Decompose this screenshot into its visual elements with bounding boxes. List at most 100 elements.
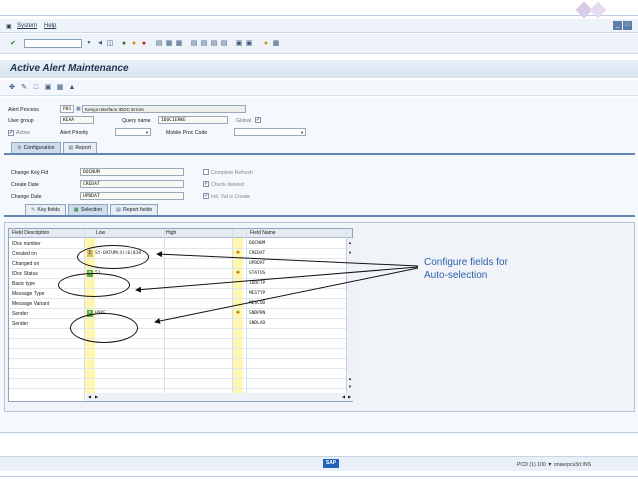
table-row[interactable]: Sender = HSKE ✺ SNDPRN <box>9 309 352 319</box>
cancel-red-icon[interactable]: ● <box>140 39 148 48</box>
table-row[interactable]: Message Variant MESCOD <box>9 299 352 309</box>
find-icon[interactable]: ▦ <box>165 39 173 48</box>
back-icon[interactable]: ◀ <box>96 39 104 48</box>
header-high[interactable]: High <box>166 230 176 236</box>
table-row[interactable]: Message Type MESTYP <box>9 289 352 299</box>
header-field-description[interactable]: Field Description <box>12 230 49 236</box>
user-group-label: User group <box>8 118 34 124</box>
scroll-right-icon[interactable]: ▶ <box>95 394 98 399</box>
first-page-icon[interactable]: ▤ <box>190 39 198 48</box>
complete-refresh-checkbox[interactable] <box>203 169 209 175</box>
table-row[interactable]: Changed on UPDDAT <box>9 259 352 269</box>
menu-help[interactable]: Help <box>44 23 56 29</box>
key-fields-tab-icon: ✎ <box>31 207 36 213</box>
table-row-empty[interactable] <box>9 349 352 359</box>
transport-icon[interactable]: ▲ <box>68 83 76 92</box>
scroll-right-icon[interactable]: ▶ <box>348 394 351 399</box>
row-desc: IDoc Status <box>12 271 38 277</box>
scroll-up-icon[interactable]: ▲ <box>348 240 352 245</box>
tab-selection-label: Selection <box>80 207 103 213</box>
save-icon[interactable]: ◫ <box>106 39 114 48</box>
global-label: Global <box>236 118 251 124</box>
scroll-down-icon[interactable]: ▼ <box>348 384 352 389</box>
field-lookup-icon[interactable]: ✺ <box>235 310 241 317</box>
table-row[interactable]: Sender SNDLAD <box>9 319 352 329</box>
row-field-name: SNDPRN <box>249 311 266 316</box>
configuration-tab-icon: ⚙ <box>17 145 22 151</box>
scroll-down-icon[interactable]: ▼ <box>348 250 352 255</box>
header-field-name[interactable]: Field Name <box>250 230 276 236</box>
delete-icon[interactable]: ▦ <box>56 83 64 92</box>
shortcut-icon[interactable]: ▣ <box>245 39 253 48</box>
table-row[interactable]: Created on Σ SY-DATUM(4)(6)010 ✺ CREDAT <box>9 249 352 259</box>
active-checkbox[interactable]: ✔ <box>8 130 14 136</box>
alert-priority-select[interactable] <box>115 128 151 136</box>
tab-key-fields[interactable]: ✎ Key fields <box>25 204 66 215</box>
alert-process-code-field[interactable]: P01 <box>60 105 74 113</box>
tab-report-fields[interactable]: ▤ Report fields <box>110 204 159 215</box>
row-field-name: MESTYP <box>249 291 266 296</box>
selection-table: Field Description Low High Field Name ID… <box>8 228 353 402</box>
command-field[interactable] <box>24 39 82 48</box>
row-desc: Changed on <box>12 261 40 267</box>
layout-menu-icon[interactable]: ▦ <box>272 39 280 48</box>
user-group-field[interactable]: KEAA <box>60 116 94 124</box>
tab-selection[interactable]: ▦ Selection <box>67 204 109 215</box>
table-row[interactable]: IDoc number DOCNUM <box>9 239 352 249</box>
exit-yellow-icon[interactable]: ● <box>130 39 138 48</box>
change-key-field[interactable]: DOCNUM <box>80 168 184 176</box>
scroll-left-icon[interactable]: ◀ <box>342 394 345 399</box>
menu-system[interactable]: System <box>17 23 37 29</box>
command-dropdown-icon[interactable]: ▼ <box>85 39 93 48</box>
report-tab-icon: ▤ <box>68 145 74 151</box>
table-row-empty[interactable] <box>9 359 352 369</box>
help-icon[interactable]: ● <box>262 39 270 48</box>
tab-report[interactable]: ▤ Report <box>62 142 97 153</box>
scroll-left-icon[interactable]: ◀ <box>88 394 91 399</box>
check-deleted-checkbox[interactable]: ✔ <box>203 181 209 187</box>
table-row-empty[interactable] <box>9 329 352 339</box>
table-row-empty[interactable] <box>9 379 352 389</box>
global-checkbox[interactable]: ✔ <box>255 117 261 123</box>
restore-button[interactable]: □ <box>623 21 632 30</box>
prev-page-icon[interactable]: ▤ <box>200 39 208 48</box>
query-name-field[interactable]: IDOCIERKE <box>158 116 228 124</box>
status-system-info[interactable]: PCD (1) 100 ▼ onaerpcs3d INS <box>517 462 591 468</box>
annotation-text: Configure fields for Auto-selection <box>424 256 584 282</box>
table-vertical-scrollbar[interactable]: ▲ ▼ ▲ ▼ <box>346 238 354 394</box>
tab-report-fields-label: Report fields <box>123 207 153 213</box>
active-label: Active <box>16 130 31 136</box>
application-toolbar: ✤ ✎ □ ▣ ▦ ▲ <box>0 80 638 96</box>
field-lookup-icon[interactable]: ✺ <box>235 250 241 257</box>
edit-icon[interactable]: ✎ <box>20 83 28 92</box>
field-lookup-icon[interactable]: ✺ <box>235 270 241 277</box>
back-green-icon[interactable]: ● <box>120 39 128 48</box>
change-date-field[interactable]: UPDDAT <box>80 192 184 200</box>
minimize-button[interactable]: _ <box>613 21 622 30</box>
create-date-field[interactable]: CREDAT <box>80 180 184 188</box>
mobile-proc-select[interactable] <box>234 128 306 136</box>
copy-icon[interactable]: ▣ <box>44 83 52 92</box>
table-row-empty[interactable] <box>9 339 352 349</box>
print-icon[interactable]: ▤ <box>155 39 163 48</box>
row-desc: Basic type <box>12 281 36 287</box>
create-icon[interactable]: □ <box>32 83 40 92</box>
menu-icon[interactable]: ▣ <box>6 23 12 30</box>
enter-check-icon[interactable]: ✔ <box>9 39 17 48</box>
header-low[interactable]: Low <box>96 230 105 236</box>
new-session-icon[interactable]: ▣ <box>235 39 243 48</box>
scroll-up-icon[interactable]: ▲ <box>348 376 352 381</box>
table-horizontal-scrollbar[interactable]: ◀ ▶ ◀ ▶ <box>86 393 354 401</box>
find-next-icon[interactable]: ▦ <box>175 39 183 48</box>
table-row[interactable]: IDoc Status = 51 ✺ STATUS <box>9 269 352 279</box>
table-row-empty[interactable] <box>9 369 352 379</box>
last-page-icon[interactable]: ▤ <box>220 39 228 48</box>
init-val-checkbox[interactable]: ✔ <box>203 193 209 199</box>
display-change-icon[interactable]: ✤ <box>8 83 16 92</box>
menu-bar: ▣ System Help _ □ <box>0 19 638 33</box>
row-desc: Message Type <box>12 291 45 297</box>
create-date-label: Create Date <box>11 182 39 188</box>
alert-process-desc-field: Kenya Interface IDOC Errors <box>82 105 246 113</box>
next-page-icon[interactable]: ▤ <box>210 39 218 48</box>
tab-configuration[interactable]: ⚙ Configuration <box>11 142 61 153</box>
